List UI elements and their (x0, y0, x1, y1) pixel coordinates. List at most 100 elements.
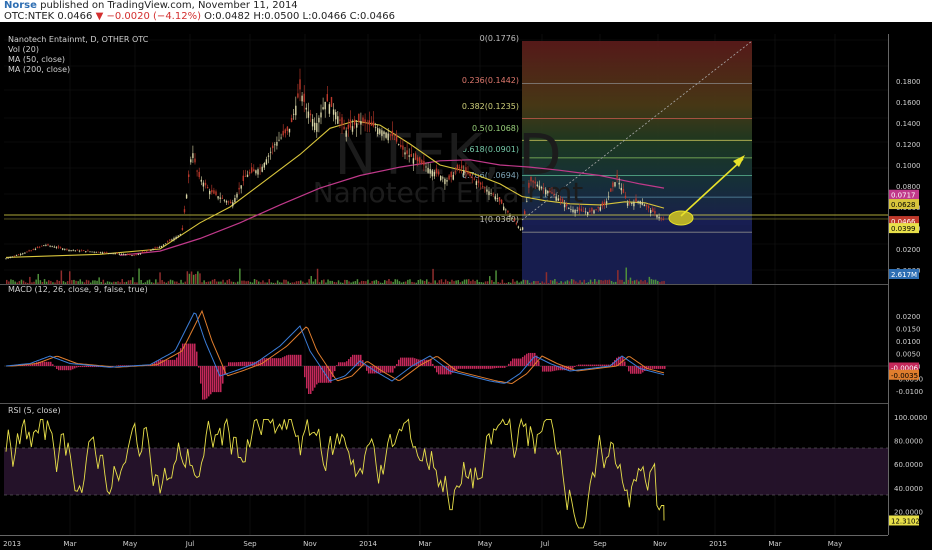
candle-body (22, 253, 24, 255)
volume-bar (474, 281, 476, 284)
candle-body (486, 189, 488, 192)
candle-body (662, 219, 664, 221)
candle-body (137, 254, 139, 255)
histogram-bar (118, 365, 120, 366)
candle-body (324, 101, 326, 110)
histogram-bar (492, 366, 494, 369)
candle-body (196, 170, 198, 172)
histogram-bar (404, 357, 406, 366)
candle-body (578, 207, 580, 211)
candle-body (70, 250, 72, 251)
indicator-ma200: MA (200, close) (8, 65, 70, 74)
candle-body (374, 127, 377, 129)
histogram-bar (434, 366, 436, 369)
candle-body (38, 246, 41, 248)
volume-bar (373, 280, 375, 284)
volume-bar (352, 281, 354, 284)
candle-body (118, 253, 121, 255)
histogram-bar (226, 366, 228, 367)
candle-body (131, 255, 133, 256)
candle-body (299, 79, 301, 90)
support-ellipse[interactable] (668, 210, 694, 226)
candle-body (477, 180, 480, 183)
author-link[interactable]: Norse (4, 0, 37, 11)
volume-bar (442, 282, 445, 284)
histogram-bar (280, 358, 282, 366)
price-axis[interactable] (888, 34, 932, 535)
volume-bar (537, 280, 539, 284)
candle-body (211, 189, 213, 193)
histogram-bar (462, 366, 464, 369)
candle-body (78, 250, 81, 252)
volume-bar (428, 281, 430, 284)
histogram-bar (62, 366, 64, 371)
candle-body (244, 175, 247, 177)
histogram-bar (86, 366, 88, 368)
candle-body (433, 171, 436, 177)
histogram-bar (296, 354, 298, 366)
candle-body (127, 254, 129, 255)
volume-bar (132, 277, 134, 284)
candle-body (316, 123, 318, 132)
candle-body (624, 195, 627, 198)
candle-body (188, 174, 190, 177)
volume-bar (138, 268, 140, 284)
volume-bar (232, 281, 235, 284)
candle-body (206, 187, 209, 189)
histogram-bar (28, 364, 30, 366)
candle-body (601, 202, 604, 207)
histogram-bar (396, 364, 398, 366)
histogram-bar (584, 364, 586, 366)
ma200-badge-text: 0.0717 (891, 192, 916, 200)
volume-bar (304, 282, 306, 284)
volume-bar (659, 282, 661, 284)
candle-body (307, 111, 310, 118)
volume-bar (245, 281, 247, 284)
candle-body (582, 211, 585, 212)
histogram-bar (360, 354, 362, 366)
histogram-bar (486, 366, 488, 369)
histogram-bar (198, 366, 200, 368)
candle-body (89, 251, 91, 253)
chart-canvas[interactable]: 0(0.1776) 0.236(0.1442) 0.382(0.1235) 0.… (0, 22, 932, 550)
candle-body (513, 219, 515, 221)
candle-body (278, 139, 280, 141)
candle-body (505, 209, 507, 211)
candle-body (524, 211, 526, 215)
candle-body (175, 236, 177, 239)
volume-bar (447, 281, 449, 284)
candle-body (282, 130, 284, 136)
macd-pane[interactable] (4, 285, 888, 403)
volume-bar (497, 282, 499, 284)
candle-body (608, 196, 610, 198)
histogram-bar (552, 366, 554, 372)
candle-body (162, 244, 165, 246)
volume-bar (512, 279, 514, 284)
candle-body (185, 194, 188, 199)
candle-body (372, 121, 375, 127)
histogram-bar (30, 364, 32, 366)
histogram-bar (526, 353, 528, 366)
candle-body (645, 205, 648, 207)
time-axis[interactable] (0, 535, 932, 550)
histogram-bar (308, 366, 310, 394)
volume-bar (182, 282, 184, 284)
candle-body (150, 249, 152, 251)
candle-body (83, 250, 85, 252)
candle-body (377, 128, 379, 135)
candle-body (251, 167, 253, 173)
volume-bar (209, 281, 212, 284)
volume-bar (434, 280, 436, 284)
histogram-bar (598, 364, 600, 366)
volume-bar (306, 282, 308, 284)
volume-bar (333, 281, 336, 284)
volume-bar (8, 281, 10, 284)
volume-bar (142, 282, 144, 284)
volume-bar (260, 282, 262, 284)
candle-body (559, 198, 562, 201)
histogram-bar (306, 366, 308, 389)
volume-bar (96, 280, 98, 284)
histogram-bar (468, 366, 470, 369)
volume-bar (549, 279, 552, 284)
candle-body (53, 246, 55, 248)
